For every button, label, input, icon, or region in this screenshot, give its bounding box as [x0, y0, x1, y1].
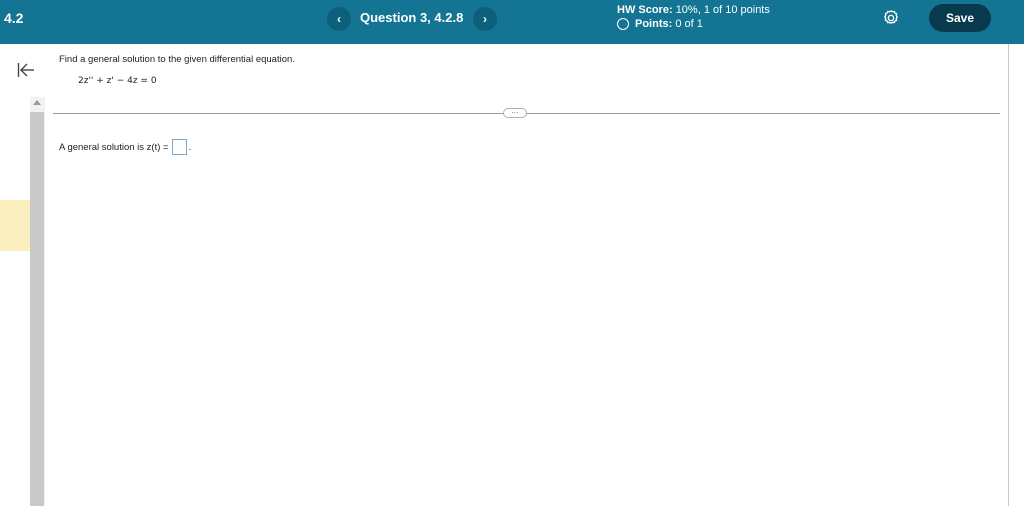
points-status: Points: 0 of 1 [617, 18, 703, 30]
points-label: Points: [635, 18, 673, 30]
hw-score-label: HW Score: [617, 4, 673, 16]
differential-equation: 2z'' + z' − 4z = 0 [78, 76, 157, 86]
top-bar: 4.2 ‹ Question 3, 4.2.8 › HW Score: 10%,… [0, 0, 1024, 44]
sidebar-highlight [0, 200, 30, 251]
points-value: 0 of 1 [675, 18, 703, 30]
answer-row: A general solution is z(t) = . [59, 139, 191, 155]
more-options-icon[interactable]: ⋯ [503, 108, 527, 118]
section-label: 4.2 [4, 10, 24, 26]
scroll-up-arrow-icon[interactable] [33, 100, 41, 105]
answer-input[interactable] [171, 139, 187, 155]
gear-icon[interactable] [882, 9, 900, 27]
previous-question-button[interactable]: ‹ [327, 7, 351, 31]
chevron-left-icon: ‹ [337, 12, 341, 26]
right-divider [1008, 44, 1009, 506]
question-title: Question 3, 4.2.8 [360, 10, 464, 25]
save-button[interactable]: Save [929, 4, 991, 32]
question-prompt: Find a general solution to the given dif… [59, 54, 295, 65]
next-question-button[interactable]: › [473, 7, 497, 31]
scrollbar-thumb[interactable] [30, 112, 44, 506]
hw-score: HW Score: 10%, 1 of 10 points [617, 4, 770, 16]
status-circle-icon [617, 18, 629, 30]
answer-suffix: . [188, 141, 192, 153]
hw-score-value: 10%, 1 of 10 points [675, 4, 770, 16]
collapse-left-icon[interactable] [17, 62, 35, 78]
chevron-right-icon: › [483, 12, 487, 26]
answer-prefix: A general solution is z(t) = [59, 141, 169, 153]
